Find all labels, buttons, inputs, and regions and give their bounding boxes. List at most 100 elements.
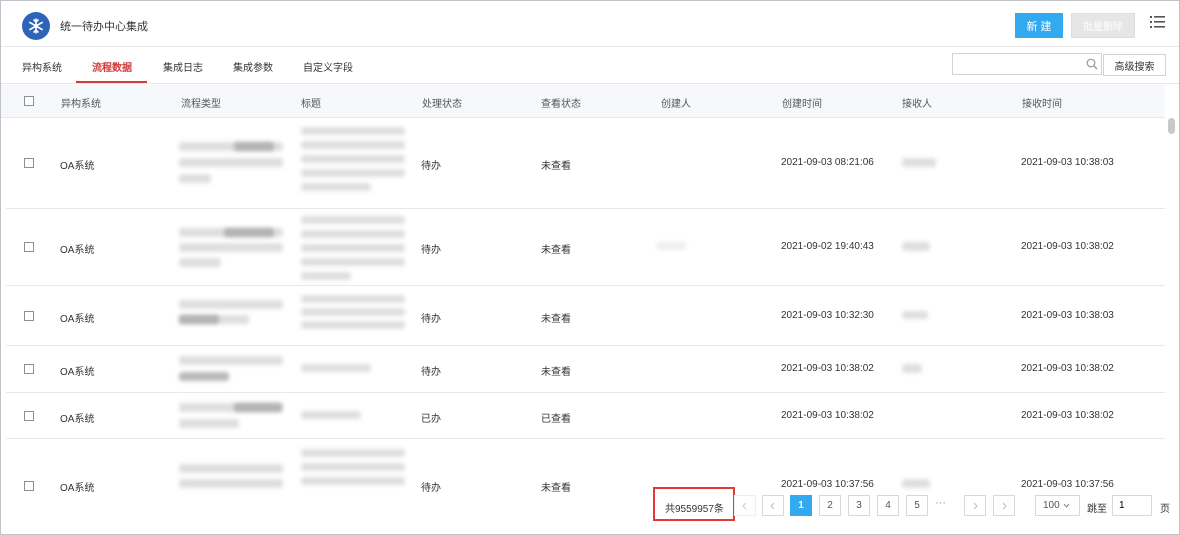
vertical-scrollbar[interactable]: [1166, 118, 1178, 528]
redacted-receiver: [902, 364, 922, 373]
cell-view-status: 未查看: [541, 483, 571, 494]
goto-page-input[interactable]: [1112, 495, 1152, 516]
redacted-process-type: [179, 174, 211, 183]
cell-view-status: 未查看: [541, 314, 571, 325]
page-button-4[interactable]: 4: [877, 495, 899, 516]
tab-custom-fields[interactable]: 自定义字段: [303, 59, 353, 74]
col-header-created-time[interactable]: 创建时间: [782, 95, 822, 110]
cell-received-time: 2021-09-03 10:38:03: [1021, 310, 1114, 321]
col-header-received-time[interactable]: 接收时间: [1022, 95, 1062, 110]
new-button[interactable]: 新 建: [1015, 13, 1063, 38]
cell-created-time: 2021-09-02 19:40:43: [781, 241, 874, 252]
first-page-button[interactable]: [734, 495, 756, 516]
cell-system: OA系统: [60, 245, 95, 256]
table-row[interactable]: OA系统 待办 未查看 2021-09-03 10:38:02 2021-09-…: [6, 346, 1165, 393]
page-button-5[interactable]: 5: [906, 495, 928, 516]
select-all-checkbox[interactable]: [24, 96, 34, 106]
col-header-system[interactable]: 异构系统: [61, 95, 101, 110]
col-header-process-status[interactable]: 处理状态: [422, 95, 462, 110]
next-page-button[interactable]: [964, 495, 986, 516]
scrollbar-thumb[interactable]: [1168, 118, 1175, 134]
cell-system: OA系统: [60, 367, 95, 378]
redacted-process-type: [179, 372, 229, 381]
cell-view-status: 未查看: [541, 245, 571, 256]
search-icon[interactable]: [1086, 58, 1098, 70]
redacted-process-type: [179, 419, 239, 428]
redacted-process-type: [179, 464, 283, 473]
redacted-title: [301, 141, 405, 149]
last-page-button[interactable]: [993, 495, 1015, 516]
redacted-process-type: [179, 258, 221, 267]
list-menu-icon[interactable]: [1150, 15, 1166, 29]
tab-integration-params[interactable]: 集成参数: [233, 59, 273, 74]
cell-created-time: 2021-09-03 08:21:06: [781, 157, 874, 168]
row-checkbox[interactable]: [24, 411, 34, 421]
table-row[interactable]: OA系统 已办 已查看 2021-09-03 10:38:02 2021-09-…: [6, 393, 1165, 439]
cell-process-status: 待办: [421, 314, 441, 325]
redacted-title: [301, 230, 405, 238]
cell-received-time: 2021-09-03 10:37:56: [1021, 479, 1114, 490]
table-row[interactable]: OA系统 待办 未查看 2021-09-03 10:32:30 2021-09-…: [6, 286, 1165, 346]
pagination-ellipsis: ···: [935, 497, 946, 509]
col-header-receiver[interactable]: 接收人: [902, 95, 932, 110]
col-header-view-status[interactable]: 查看状态: [541, 95, 581, 110]
cell-system: OA系统: [60, 483, 95, 494]
table-header: 异构系统 流程类型 标题 处理状态 查看状态 创建人 创建时间 接收人 接收时间: [1, 85, 1165, 118]
redacted-title: [301, 216, 405, 224]
redacted-title: [301, 155, 405, 163]
tab-integration-log[interactable]: 集成日志: [163, 59, 203, 74]
cell-process-status: 已办: [421, 414, 441, 425]
snowflake-icon: [22, 12, 50, 40]
col-header-process-type[interactable]: 流程类型: [181, 95, 221, 110]
redacted-process-type: [224, 228, 274, 237]
search-input[interactable]: [952, 53, 1102, 75]
table-row[interactable]: OA系统 待办 未查看 2021-09-03 08:21:06 2021-09-…: [6, 118, 1165, 209]
cell-received-time: 2021-09-03 10:38:03: [1021, 157, 1114, 168]
tab-bar: 异构系统 流程数据 集成日志 集成参数 自定义字段 高级搜索: [1, 48, 1179, 84]
redacted-process-type: [179, 356, 283, 365]
batch-delete-button[interactable]: 批量删除: [1071, 13, 1135, 38]
prev-page-button[interactable]: [762, 495, 784, 516]
col-header-title[interactable]: 标题: [301, 95, 321, 110]
row-checkbox[interactable]: [24, 242, 34, 252]
table-row[interactable]: OA系统 待办 未查看 2021-09-03 10:37:56 2021-09-…: [6, 439, 1165, 529]
redacted-title: [301, 449, 405, 457]
cell-process-status: 待办: [421, 161, 441, 172]
app-frame: 统一待办中心集成 新 建 批量删除 异构系统 流程数据 集成日志 集成参数 自定…: [0, 0, 1180, 535]
goto-label: 跳至: [1087, 504, 1107, 515]
cell-created-time: 2021-09-03 10:32:30: [781, 310, 874, 321]
cell-process-status: 待办: [421, 245, 441, 256]
row-checkbox[interactable]: [24, 481, 34, 491]
redacted-title: [301, 295, 405, 303]
chevron-down-icon: [1063, 503, 1070, 508]
cell-received-time: 2021-09-03 10:38:02: [1021, 410, 1114, 421]
cell-process-status: 待办: [421, 483, 441, 494]
table-row[interactable]: OA系统 待办 未查看 2021-09-02 19:40:43 2021-09-…: [6, 209, 1165, 286]
page-size-value: 100: [1043, 500, 1060, 511]
redacted-title: [301, 308, 405, 316]
cell-view-status: 未查看: [541, 161, 571, 172]
redacted-process-type: [179, 300, 283, 309]
redacted-title: [301, 463, 405, 471]
cell-view-status: 已查看: [541, 414, 571, 425]
cell-created-time: 2021-09-03 10:38:02: [781, 363, 874, 374]
row-checkbox[interactable]: [24, 311, 34, 321]
redacted-process-type: [179, 243, 283, 252]
tab-process-data[interactable]: 流程数据: [92, 59, 132, 74]
redacted-process-type: [179, 479, 283, 488]
app-title: 统一待办中心集成: [60, 21, 148, 33]
page-button-3[interactable]: 3: [848, 495, 870, 516]
redacted-title: [301, 258, 405, 266]
cell-system: OA系统: [60, 314, 95, 325]
redacted-receiver: [902, 479, 930, 488]
row-checkbox[interactable]: [24, 158, 34, 168]
tab-heterogeneous-systems[interactable]: 异构系统: [22, 59, 62, 74]
active-tab-indicator: [76, 81, 147, 83]
page-size-select[interactable]: 100: [1035, 495, 1080, 516]
page-button-2[interactable]: 2: [819, 495, 841, 516]
row-checkbox[interactable]: [24, 364, 34, 374]
col-header-creator[interactable]: 创建人: [661, 95, 691, 110]
cell-received-time: 2021-09-03 10:38:02: [1021, 241, 1114, 252]
advanced-search-button[interactable]: 高级搜索: [1103, 54, 1166, 76]
page-button-1[interactable]: 1: [790, 495, 812, 516]
